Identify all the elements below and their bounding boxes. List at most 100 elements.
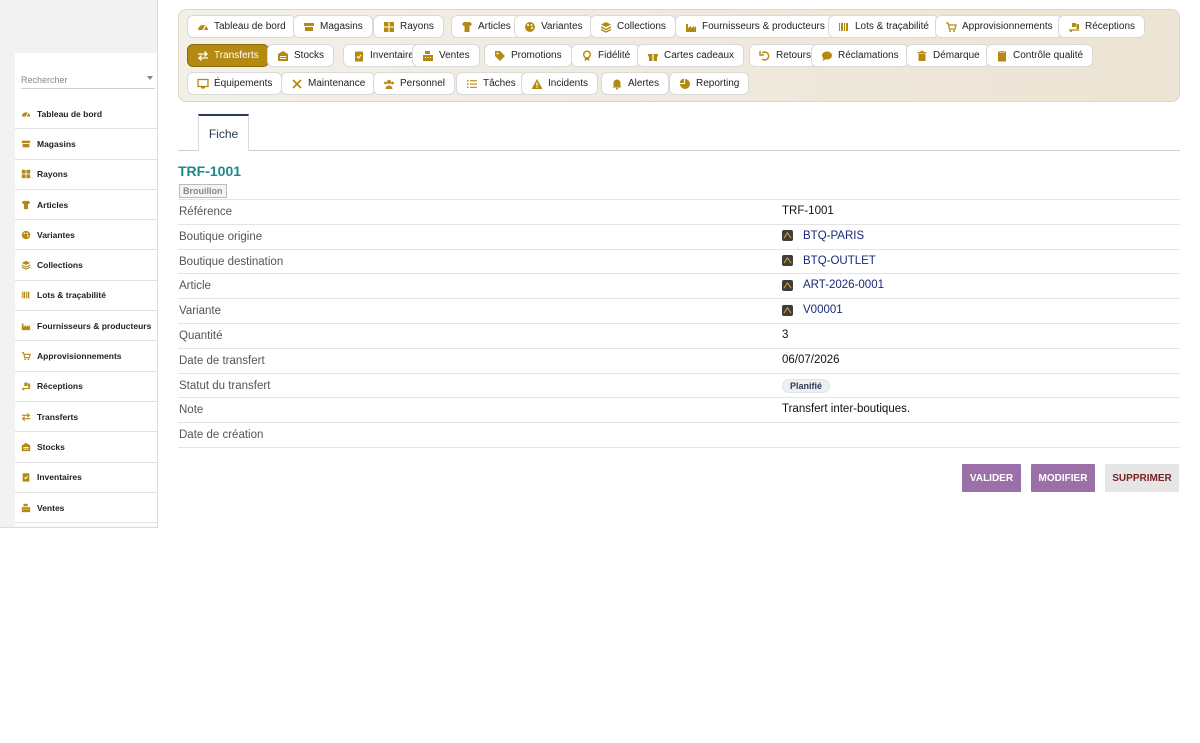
sidebar-item[interactable]: Ventes — [15, 493, 157, 524]
field-link-text[interactable]: BTQ-OUTLET — [803, 255, 876, 267]
validate-button[interactable]: VALIDER — [962, 464, 1021, 492]
warehouse-icon — [21, 442, 31, 452]
nav-pill-label: Fidélité — [598, 50, 631, 61]
field-value: 3 — [782, 328, 789, 341]
chevron-down-icon[interactable] — [147, 76, 153, 80]
sidebar-search[interactable] — [21, 71, 155, 89]
nav-pill[interactable]: Incidents — [521, 72, 599, 95]
nav-pill-label: Tâches — [483, 78, 516, 89]
field-row: Statut du transfert Planifié — [178, 374, 1180, 399]
sidebar-item[interactable]: Fournisseurs & producteurs — [15, 311, 157, 342]
sidebar-item-label: Inventaires — [37, 472, 82, 483]
sidebar-item[interactable]: Magasins — [15, 129, 157, 160]
sidebar-item[interactable]: Inventaires — [15, 463, 157, 493]
field-link[interactable]: BTQ-PARIS — [782, 230, 864, 242]
search-input[interactable] — [21, 71, 139, 88]
sidebar-item[interactable]: Transferts — [15, 402, 157, 433]
users-icon — [383, 78, 395, 90]
exchange-icon — [197, 50, 209, 62]
record-link-icon[interactable] — [782, 279, 793, 291]
nav-pill-label: Ventes — [439, 50, 470, 61]
barcode-icon — [21, 290, 31, 300]
nav-pill[interactable]: Ventes — [412, 44, 480, 67]
nav-pill[interactable]: Tâches — [456, 72, 526, 95]
field-value: TRF-1001 — [782, 205, 834, 217]
sidebar-item[interactable]: Rayons — [15, 160, 157, 190]
record-link-icon[interactable] — [782, 304, 793, 316]
field-link-text[interactable]: ART-2026-0001 — [803, 279, 884, 291]
nav-pill[interactable]: Articles — [451, 15, 521, 38]
field-link-text[interactable]: V00001 — [803, 304, 843, 316]
field-label: Quantité — [179, 329, 223, 342]
nav-pill[interactable]: Contrôle qualité — [986, 44, 1094, 67]
comment-icon — [821, 50, 833, 62]
field-link-text[interactable]: BTQ-PARIS — [803, 230, 864, 242]
field-link[interactable]: V00001 — [782, 304, 843, 316]
nav-pill[interactable]: Alertes — [601, 72, 670, 95]
nav-pill[interactable]: Lots & traçabilité — [828, 15, 939, 38]
nav-pill[interactable]: Variantes — [514, 15, 593, 38]
nav-pill[interactable]: Fidélité — [571, 44, 641, 67]
sidebar-item[interactable]: Articles — [15, 190, 157, 221]
sidebar-item-label: Tableau de bord — [37, 108, 103, 119]
nav-pill[interactable]: Fournisseurs & producteurs — [675, 15, 835, 38]
field-row: Boutique destination BTQ-OUTLET — [178, 250, 1180, 275]
nav-pill[interactable]: Collections — [590, 15, 676, 38]
field-label: Note — [179, 404, 204, 417]
nav-pill-label: Approvisionnements — [962, 21, 1053, 32]
nav-pill-label: Contrôle qualité — [1013, 50, 1084, 61]
delete-button[interactable]: SUPPRIMER — [1105, 464, 1179, 492]
nav-pill[interactable]: Reporting — [669, 72, 750, 95]
sidebar-item[interactable]: Approvisionnements — [15, 341, 157, 372]
nav-pill[interactable]: Maintenance — [281, 72, 376, 95]
tab-fiche[interactable]: Fiche — [198, 114, 249, 151]
sidebar-item-label: Articles — [37, 199, 69, 210]
sidebar: Tableau de bord Magasins Rayons Articles Var… — [0, 0, 158, 528]
nav-pill-label: Alertes — [628, 78, 660, 89]
grid-icon — [383, 21, 395, 33]
nav-pill[interactable]: Transferts — [187, 44, 269, 67]
store-icon — [21, 139, 31, 149]
sidebar-item[interactable]: Collections — [15, 250, 157, 281]
sidebar-item-label: Approvisionnements — [37, 351, 122, 362]
nav-pill[interactable]: Tableau de bord — [187, 15, 296, 38]
award-icon — [581, 50, 593, 62]
sidebar-item[interactable]: Réceptions — [15, 372, 157, 402]
cart-icon — [945, 21, 957, 33]
sidebar-item-label: Variantes — [37, 229, 75, 240]
nav-pill[interactable]: Approvisionnements — [935, 15, 1063, 38]
sidebar-item-label: Rayons — [37, 169, 68, 180]
sidebar-panel: Tableau de bord Magasins Rayons Articles Var… — [15, 53, 157, 526]
record-link-icon[interactable] — [782, 255, 793, 267]
truck-loading-icon — [1068, 21, 1080, 33]
nav-pill[interactable]: Démarque — [906, 44, 990, 67]
sidebar-item[interactable]: Tableau de bord — [15, 99, 157, 130]
field-link[interactable]: ART-2026-0001 — [782, 279, 884, 291]
tags-icon — [494, 50, 506, 62]
sidebar-item-label: Réceptions — [37, 381, 83, 392]
nav-pill[interactable]: Équipements — [187, 72, 283, 95]
nav-pill[interactable]: Réclamations — [811, 44, 909, 67]
dashboard-icon — [197, 21, 209, 33]
record-link-icon[interactable] — [782, 230, 793, 242]
nav-pill-label: Cartes cadeaux — [664, 50, 735, 61]
sidebar-item[interactable]: Variantes — [15, 220, 157, 251]
nav-pill[interactable]: Réceptions — [1058, 15, 1146, 38]
nav-pill[interactable]: Rayons — [373, 15, 444, 38]
nav-pill[interactable]: Personnel — [373, 72, 456, 95]
exchange-icon — [21, 412, 31, 422]
nav-pill[interactable]: Cartes cadeaux — [637, 44, 745, 67]
grid-icon — [21, 169, 31, 179]
layers-icon — [600, 21, 612, 33]
state-badge: Brouillon — [179, 184, 227, 198]
sidebar-item[interactable]: Stocks — [15, 432, 157, 463]
sidebar-item[interactable]: Lots & traçabilité — [15, 281, 157, 312]
edit-button[interactable]: MODIFIER — [1031, 464, 1095, 492]
nav-pill-label: Tableau de bord — [214, 21, 286, 32]
field-link[interactable]: BTQ-OUTLET — [782, 255, 876, 267]
nav-pill[interactable]: Promotions — [484, 44, 572, 67]
nav-pill[interactable]: Magasins — [293, 15, 373, 38]
field-row: Quantité 3 — [178, 324, 1180, 349]
sidebar-item-label: Magasins — [37, 138, 76, 149]
nav-pill[interactable]: Stocks — [267, 44, 335, 67]
